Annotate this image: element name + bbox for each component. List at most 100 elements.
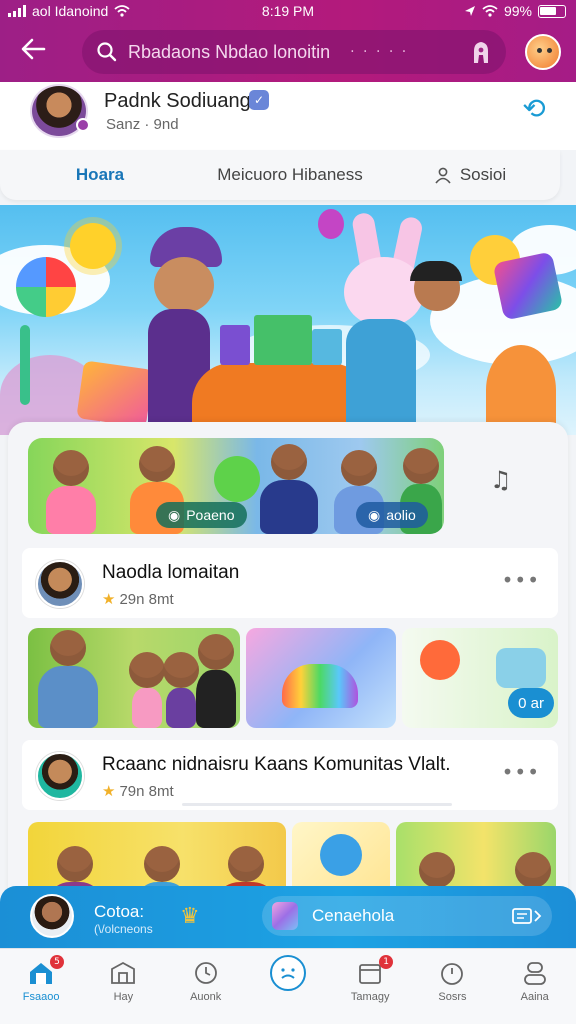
- bunny-face: [344, 257, 424, 327]
- tile-kid: [163, 652, 199, 728]
- nav-badge: 1: [379, 955, 394, 969]
- progress-track: [182, 803, 452, 806]
- nav-label: Aaina: [520, 991, 549, 1003]
- banner-pill[interactable]: ◉ aolio: [356, 502, 428, 528]
- book-decoration: [254, 315, 312, 365]
- timer-icon: [441, 963, 464, 985]
- tile-kid: [38, 630, 98, 728]
- queue-icon[interactable]: [512, 906, 542, 926]
- nav-badge: 5: [50, 955, 64, 969]
- nav-timer[interactable]: Sosrs: [411, 949, 493, 1024]
- user-avatar[interactable]: [525, 34, 561, 70]
- music-note-icon[interactable]: ♫: [490, 466, 520, 496]
- nav-account[interactable]: Aaina: [494, 949, 576, 1024]
- banner-pill-label: aolio: [386, 507, 416, 523]
- now-playing-label: Cenaehola: [312, 906, 395, 925]
- cake-decoration: [282, 664, 358, 708]
- voice-icon[interactable]: [470, 39, 492, 65]
- featured-banner[interactable]: ◉ Poaeno ◉ aolio: [28, 438, 444, 534]
- more-options-icon[interactable]: •••: [502, 568, 540, 592]
- now-playing-pill[interactable]: [262, 896, 552, 936]
- monster-decoration: [214, 456, 260, 502]
- wifi-icon: [482, 5, 498, 17]
- player-subtitle: (\/olcneons: [94, 922, 153, 936]
- play-icon: ◉: [168, 506, 181, 523]
- nav-calendar[interactable]: 1 Tamagy: [329, 949, 411, 1024]
- nav-home[interactable]: 5 Fsaaoo: [0, 949, 82, 1024]
- search-dots: · · · · ·: [350, 44, 409, 60]
- search-icon: [97, 42, 117, 62]
- media-tile[interactable]: [246, 628, 396, 728]
- toy-decoration: [496, 648, 546, 688]
- player-avatar: [30, 894, 74, 938]
- book-decoration: [220, 325, 250, 365]
- monster-decoration: [420, 640, 460, 680]
- profile-center-icon: [269, 955, 306, 991]
- tile-kid: [196, 634, 236, 728]
- search-bar[interactable]: Rbadaons Nbdao lonoitin · · · · ·: [82, 30, 506, 74]
- tab-bar: Hoara Meicuoro Hibaness Sosioi: [0, 150, 560, 200]
- character-face: [154, 257, 214, 313]
- tab-business-label: Meicuoro Hibaness: [217, 165, 363, 184]
- plant-decoration: [20, 325, 30, 405]
- post-meta: ★ 79n 8mt: [102, 782, 174, 800]
- search-input[interactable]: Rbadaons Nbdao lonoitin: [128, 42, 330, 63]
- balloon-decoration: [318, 209, 344, 239]
- media-count-chip[interactable]: 0 ar: [508, 688, 554, 718]
- banner-pill[interactable]: ◉ Poaeno: [156, 502, 247, 528]
- user-icon: [523, 962, 546, 985]
- ball-decoration: [16, 257, 76, 317]
- post-meta-text: 79n 8mt: [119, 783, 174, 800]
- tile-kid: [129, 652, 165, 728]
- nav-label: Fsaaoo: [22, 991, 60, 1003]
- refresh-icon[interactable]: ⟲: [518, 94, 550, 126]
- post-avatar: [36, 752, 84, 800]
- star-icon: ★: [102, 783, 116, 800]
- avatar-badge-icon: [76, 118, 90, 132]
- battery-icon: [538, 4, 566, 18]
- post-meta-text: 29n 8mt: [119, 591, 174, 608]
- post-meta: ★ 29n 8mt: [102, 590, 174, 608]
- location-icon: [464, 6, 475, 16]
- sun-decoration: [70, 223, 116, 269]
- star-icon: ★: [102, 591, 116, 608]
- post-avatar: [36, 560, 84, 608]
- banner-pill-label: Poaeno: [186, 507, 235, 523]
- list-item[interactable]: Rcaanc nidnaisru Kaans Komunitas Vlalt. …: [22, 740, 558, 810]
- back-arrow-icon[interactable]: [18, 34, 52, 68]
- bottom-navigation: 5 Fsaaoo Hay Auonk 1 Tamagy Sosrs Aaina: [0, 948, 576, 1024]
- audio-icon: ◉: [368, 506, 381, 523]
- content-feed: ◉ Poaeno ◉ aolio ♫ Naodla lomaitan ★ 29n 8m…: [8, 422, 568, 902]
- nav-label: Sosrs: [438, 991, 467, 1003]
- mini-player[interactable]: Cotoa: (\/olcneons ♛ Cenaehola: [0, 886, 576, 948]
- nav-library[interactable]: Hay: [82, 949, 164, 1024]
- media-tile[interactable]: [28, 628, 240, 728]
- now-playing-icon: [272, 902, 298, 930]
- channel-meta: Sanz · 9nd: [106, 116, 179, 133]
- clock-icon: [194, 962, 217, 984]
- media-strip: 0 ar: [28, 628, 558, 728]
- list-item[interactable]: Naodla lomaitan ★ 29n 8mt •••: [22, 548, 558, 618]
- banner-kid: [46, 450, 96, 534]
- library-icon: [111, 961, 136, 984]
- hero-illustration: [0, 205, 576, 435]
- tab-home[interactable]: Hoara: [0, 150, 200, 200]
- cube-decoration: [492, 251, 564, 321]
- tab-home-label: Hoara: [75, 165, 125, 184]
- more-options-icon[interactable]: •••: [502, 760, 540, 784]
- block-decoration: [76, 360, 154, 428]
- battery-percent: 99%: [503, 3, 532, 19]
- post-title: Naodla lomaitan: [102, 562, 240, 583]
- nav-recent[interactable]: Auonk: [165, 949, 247, 1024]
- media-tile[interactable]: 0 ar: [402, 628, 558, 728]
- tab-business[interactable]: Meicuoro Hibaness: [200, 150, 380, 200]
- status-bar: aol Idanoind 8:19 PM 99%: [0, 0, 576, 24]
- tab-social[interactable]: Sosioi: [380, 150, 560, 200]
- banner-kid: [260, 444, 318, 534]
- channel-header: Padnk Sodiuang ✓ Sanz · 9nd ⟲: [0, 82, 576, 150]
- nav-label: Auonk: [190, 991, 222, 1003]
- player-title: Cotoa:: [94, 902, 145, 921]
- channel-name: Padnk Sodiuang: [104, 90, 251, 112]
- nav-profile-center[interactable]: [247, 949, 329, 1024]
- user-icon: [435, 167, 451, 184]
